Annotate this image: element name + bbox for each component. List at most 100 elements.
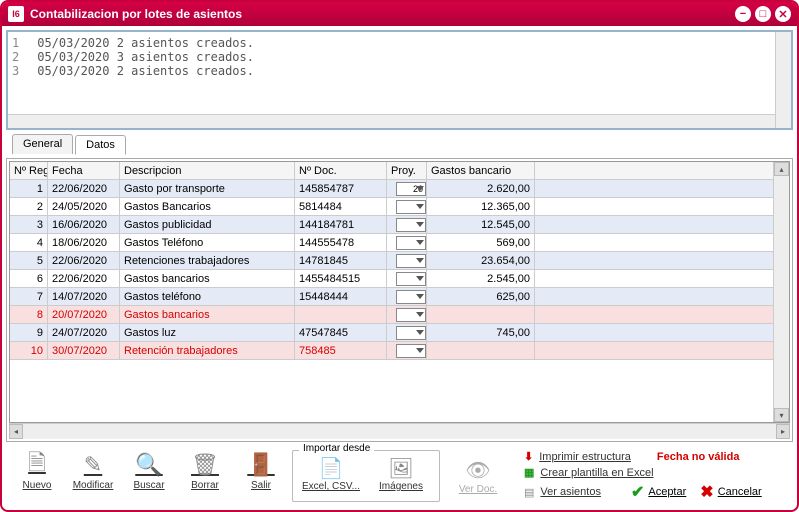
proy-dropdown[interactable] xyxy=(396,308,426,322)
grid-cell[interactable]: 145854787 xyxy=(295,180,387,198)
importar-imagenes-button[interactable]: 🖼 Imágenes xyxy=(369,455,433,499)
grid-cell[interactable]: 2.545,00 xyxy=(427,270,535,288)
grid-cell[interactable]: 4 xyxy=(10,234,48,252)
grid-cell[interactable] xyxy=(535,198,789,216)
grid-header[interactable]: Proy. xyxy=(387,162,427,180)
grid-cell[interactable]: Retenciones trabajadores xyxy=(120,252,295,270)
nuevo-button[interactable]: 🗎 Nuevo xyxy=(12,450,62,502)
grid-cell[interactable]: Retención trabajadores xyxy=(120,342,295,360)
proy-dropdown[interactable]: 20 xyxy=(396,182,426,196)
grid-cell[interactable]: 8 xyxy=(10,306,48,324)
grid-cell[interactable] xyxy=(535,216,789,234)
grid-cell[interactable]: 2 xyxy=(10,198,48,216)
log-scrollbar-vertical[interactable] xyxy=(775,32,791,128)
grid-cell[interactable]: 30/07/2020 xyxy=(48,342,120,360)
grid-cell[interactable] xyxy=(535,288,789,306)
buscar-button[interactable]: 🔍 Buscar xyxy=(124,450,174,502)
grid-scrollbar-vertical[interactable]: ▴ ▾ xyxy=(773,162,789,422)
grid-cell[interactable]: 5 xyxy=(10,252,48,270)
modificar-button[interactable]: ✎ Modificar xyxy=(68,450,118,502)
grid-scrollbar-horizontal[interactable]: ◂ ▸ xyxy=(9,423,790,439)
proy-dropdown[interactable] xyxy=(396,290,426,304)
grid-cell[interactable]: 6 xyxy=(10,270,48,288)
grid-cell[interactable]: 22/06/2020 xyxy=(48,180,120,198)
grid-cell[interactable]: 15448444 xyxy=(295,288,387,306)
grid-header[interactable]: Nº Doc. xyxy=(295,162,387,180)
grid-header[interactable]: Descripcion xyxy=(120,162,295,180)
grid-cell[interactable]: 758485 xyxy=(295,342,387,360)
grid-cell[interactable]: 47547845 xyxy=(295,324,387,342)
proy-dropdown[interactable] xyxy=(396,236,426,250)
grid-cell[interactable]: 22/06/2020 xyxy=(48,270,120,288)
grid-cell[interactable] xyxy=(387,288,427,306)
scroll-left-icon[interactable]: ◂ xyxy=(9,424,23,439)
crear-plantilla-link[interactable]: Crear plantilla en Excel xyxy=(540,467,653,479)
grid-cell[interactable]: 144184781 xyxy=(295,216,387,234)
grid-cell[interactable] xyxy=(535,252,789,270)
grid-cell[interactable]: 144555478 xyxy=(295,234,387,252)
grid-cell[interactable]: 5814484 xyxy=(295,198,387,216)
proy-dropdown[interactable] xyxy=(396,200,426,214)
tab-datos[interactable]: Datos xyxy=(75,135,126,155)
grid-cell[interactable] xyxy=(535,234,789,252)
grid-header[interactable]: Nº Reg. xyxy=(10,162,48,180)
grid-cell[interactable]: Gastos bancarios xyxy=(120,306,295,324)
ver-doc-button[interactable]: 👁 Ver Doc. xyxy=(446,458,510,495)
grid-cell[interactable] xyxy=(387,252,427,270)
grid-header[interactable] xyxy=(535,162,789,180)
grid-cell[interactable]: Gastos bancarios xyxy=(120,270,295,288)
grid-cell[interactable]: 7 xyxy=(10,288,48,306)
grid-cell[interactable] xyxy=(535,342,789,360)
grid-cell[interactable] xyxy=(295,306,387,324)
log-scrollbar-horizontal[interactable] xyxy=(8,114,775,128)
grid-cell[interactable]: 22/06/2020 xyxy=(48,252,120,270)
grid-cell[interactable]: 10 xyxy=(10,342,48,360)
grid-cell[interactable] xyxy=(535,180,789,198)
proy-dropdown[interactable] xyxy=(396,344,426,358)
grid-cell[interactable]: Gastos Teléfono xyxy=(120,234,295,252)
proy-dropdown[interactable] xyxy=(396,254,426,268)
grid-cell[interactable]: 24/07/2020 xyxy=(48,324,120,342)
minimize-button[interactable]: − xyxy=(735,6,751,22)
grid-cell[interactable]: 2.620,00 xyxy=(427,180,535,198)
grid-cell[interactable]: 9 xyxy=(10,324,48,342)
tab-general[interactable]: General xyxy=(12,134,73,154)
grid-cell[interactable]: Gastos publicidad xyxy=(120,216,295,234)
grid-cell[interactable] xyxy=(427,342,535,360)
grid-cell[interactable] xyxy=(387,270,427,288)
grid-cell[interactable]: 745,00 xyxy=(427,324,535,342)
proy-dropdown[interactable] xyxy=(396,218,426,232)
scroll-up-icon[interactable]: ▴ xyxy=(774,162,789,176)
grid-cell[interactable] xyxy=(535,324,789,342)
imprimir-estructura-link[interactable]: Imprimir estructura xyxy=(539,451,631,463)
grid-cell[interactable]: 12.545,00 xyxy=(427,216,535,234)
maximize-button[interactable]: □ xyxy=(755,6,771,22)
importar-excel-button[interactable]: 📄 Excel, CSV... xyxy=(299,455,363,499)
grid-cell[interactable]: Gasto por transporte xyxy=(120,180,295,198)
grid-cell[interactable] xyxy=(387,342,427,360)
grid-cell[interactable]: 14/07/2020 xyxy=(48,288,120,306)
grid-cell[interactable]: 20 xyxy=(387,180,427,198)
ver-asientos-link[interactable]: Ver asientos xyxy=(540,486,601,498)
grid-cell[interactable]: Gastos Bancarios xyxy=(120,198,295,216)
grid-header[interactable]: Gastos bancario xyxy=(427,162,535,180)
grid-cell[interactable]: 1 xyxy=(10,180,48,198)
grid-cell[interactable] xyxy=(387,306,427,324)
grid-cell[interactable]: Gastos luz xyxy=(120,324,295,342)
proy-dropdown[interactable] xyxy=(396,326,426,340)
grid-cell[interactable]: 569,00 xyxy=(427,234,535,252)
grid-cell[interactable]: 3 xyxy=(10,216,48,234)
grid-cell[interactable] xyxy=(387,198,427,216)
grid-header[interactable]: Fecha xyxy=(48,162,120,180)
grid-cell[interactable]: 625,00 xyxy=(427,288,535,306)
grid-cell[interactable] xyxy=(387,234,427,252)
aceptar-button[interactable]: ✔ Aceptar xyxy=(631,482,686,502)
grid-cell[interactable]: Gastos teléfono xyxy=(120,288,295,306)
grid-cell[interactable] xyxy=(535,306,789,324)
scroll-down-icon[interactable]: ▾ xyxy=(774,408,789,422)
close-button[interactable]: ✕ xyxy=(775,6,791,22)
grid-cell[interactable]: 12.365,00 xyxy=(427,198,535,216)
proy-dropdown[interactable] xyxy=(396,272,426,286)
grid-cell[interactable] xyxy=(535,270,789,288)
grid-cell[interactable]: 16/06/2020 xyxy=(48,216,120,234)
